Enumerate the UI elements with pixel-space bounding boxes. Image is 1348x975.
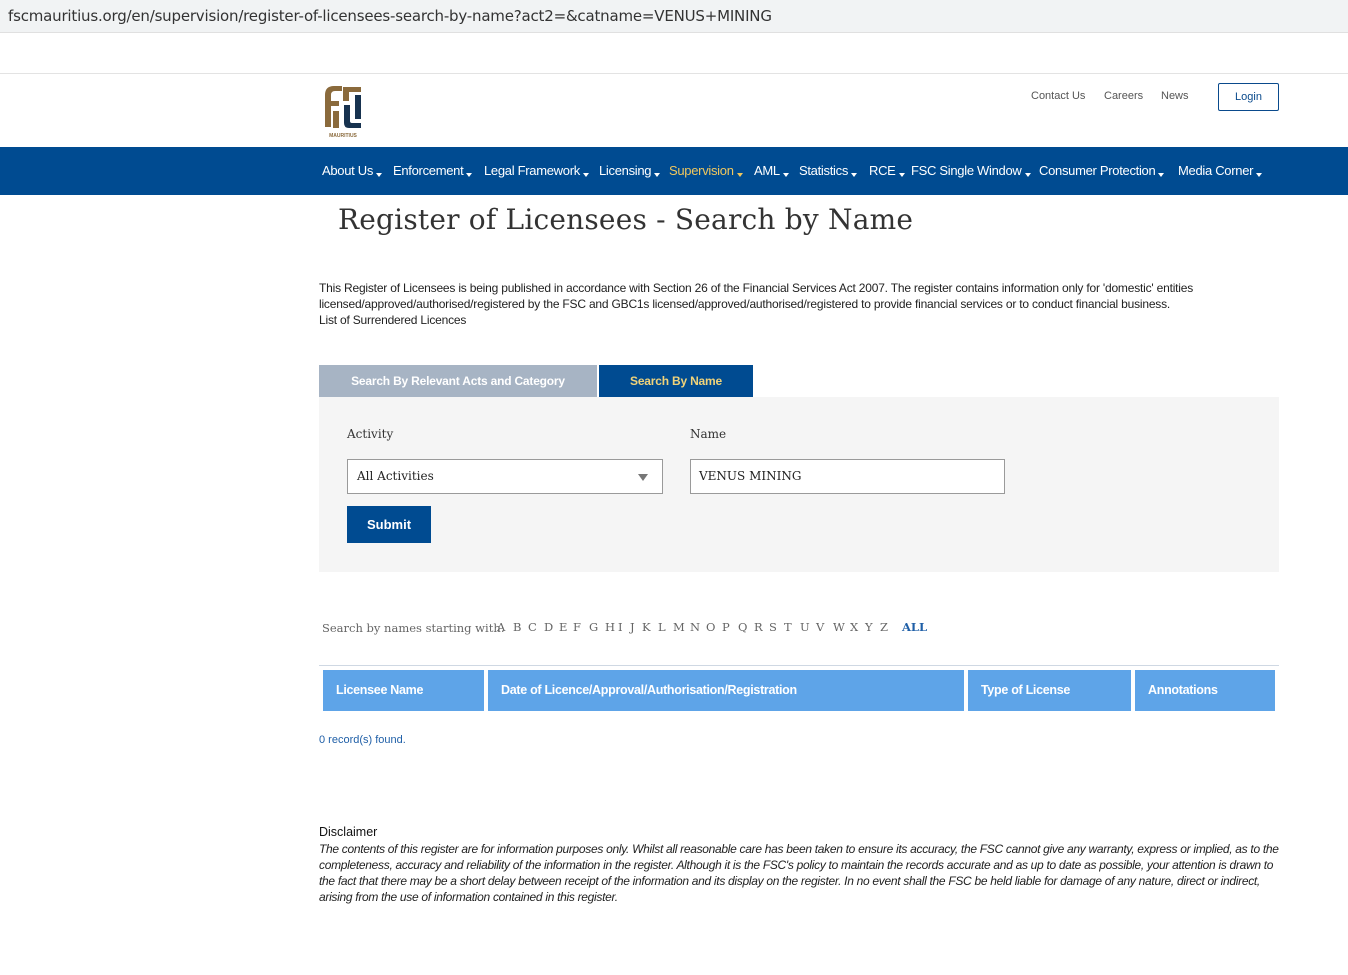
nav-licensing[interactable]: Licensing	[599, 163, 661, 178]
browser-address-bar[interactable]: fscmauritius.org/en/supervision/register…	[0, 0, 1348, 33]
nav-fsc-single-window[interactable]: FSC Single Window	[911, 163, 1031, 178]
alphabet-letter-b[interactable]: B	[513, 620, 528, 634]
nav-statistics[interactable]: Statistics	[799, 163, 858, 178]
chevron-down-icon	[1024, 173, 1031, 177]
column-header-annotations[interactable]: Annotations	[1135, 670, 1275, 711]
intro-paragraph: This Register of Licensees is being publ…	[319, 281, 1194, 311]
nav-label: Legal Framework	[484, 163, 580, 178]
alphabet-letter-e[interactable]: E	[559, 620, 573, 634]
chevron-down-icon	[1256, 173, 1263, 177]
activity-label: Activity	[347, 427, 394, 441]
column-header-date[interactable]: Date of Licence/Approval/Authorisation/R…	[488, 670, 964, 711]
nav-media-corner[interactable]: Media Corner	[1178, 163, 1263, 178]
name-input[interactable]: VENUS MINING	[690, 459, 1005, 494]
alphabet-letter-r[interactable]: R	[754, 620, 769, 634]
alphabet-letter-n[interactable]: N	[690, 620, 706, 634]
tab-search-by-acts[interactable]: Search By Relevant Acts and Category	[319, 365, 597, 397]
alphabet-letter-k[interactable]: K	[642, 620, 658, 634]
alphabet-letter-h[interactable]: H	[605, 620, 618, 634]
nav-label: Consumer Protection	[1039, 163, 1156, 178]
alphabet-letter-d[interactable]: D	[544, 620, 559, 634]
nav-enforcement[interactable]: Enforcement	[393, 163, 473, 178]
disclaimer-title: Disclaimer	[319, 825, 378, 839]
alphabet-letter-o[interactable]: O	[706, 620, 722, 634]
nav-rce[interactable]: RCE	[869, 163, 905, 178]
alphabet-all-link[interactable]: ALL	[902, 620, 927, 634]
alphabet-letter-y[interactable]: Y	[865, 620, 880, 634]
name-label: Name	[690, 427, 727, 441]
nav-consumer-protection[interactable]: Consumer Protection	[1039, 163, 1165, 178]
activity-selected-value: All Activities	[357, 469, 434, 483]
alphabet-letter-t[interactable]: T	[784, 620, 800, 634]
alphabet-letter-c[interactable]: C	[528, 620, 544, 634]
alphabet-letter-i[interactable]: I	[618, 620, 630, 634]
alphabet-letter-p[interactable]: P	[722, 620, 738, 634]
nav-legal-framework[interactable]: Legal Framework	[484, 163, 589, 178]
nav-label: Supervision	[669, 163, 734, 178]
fsc-logo[interactable]: MAURITIUS	[321, 83, 365, 139]
header-divider	[0, 73, 1348, 74]
main-navigation: About Us Enforcement Legal Framework Lic…	[0, 147, 1348, 195]
alphabet-letter-g[interactable]: G	[589, 620, 605, 634]
tab-search-by-name[interactable]: Search By Name	[599, 365, 753, 397]
alphabet-letter-a[interactable]: A	[497, 620, 513, 634]
chevron-down-icon	[466, 173, 473, 177]
nav-supervision[interactable]: Supervision	[669, 163, 743, 178]
column-header-type[interactable]: Type of License	[968, 670, 1131, 711]
chevron-down-icon	[654, 173, 661, 177]
chevron-down-icon	[782, 173, 789, 177]
login-button[interactable]: Login	[1218, 83, 1279, 111]
url-text[interactable]: fscmauritius.org/en/supervision/register…	[8, 7, 772, 25]
alphabet-letter-s[interactable]: S	[769, 620, 784, 634]
nav-label: Licensing	[599, 163, 652, 178]
submit-button[interactable]: Submit	[347, 506, 431, 543]
table-top-border	[319, 665, 1279, 666]
chevron-down-icon	[582, 173, 589, 177]
alphabet-letter-m[interactable]: M	[673, 620, 690, 634]
nav-label: About Us	[322, 163, 374, 178]
alphabet-letter-v[interactable]: V	[816, 620, 833, 634]
alphabet-letter-f[interactable]: F	[573, 620, 589, 634]
alphabet-letter-u[interactable]: U	[800, 620, 816, 634]
alphabet-label: Search by names starting with:	[322, 621, 505, 635]
nav-aml[interactable]: AML	[754, 163, 789, 178]
nav-label: Enforcement	[393, 163, 464, 178]
activity-select[interactable]: All Activities	[347, 459, 663, 494]
page-title: Register of Licensees - Search by Name	[338, 203, 914, 236]
nav-label: Statistics	[799, 163, 849, 178]
chevron-down-icon	[898, 173, 905, 177]
news-link[interactable]: News	[1161, 90, 1189, 102]
alphabet-letter-q[interactable]: Q	[738, 620, 754, 634]
nav-label: FSC Single Window	[911, 163, 1022, 178]
chevron-down-icon	[736, 173, 743, 177]
nav-label: AML	[754, 163, 780, 178]
nav-about-us[interactable]: About Us	[322, 163, 383, 178]
records-count: 0 record(s) found.	[319, 734, 406, 746]
careers-link[interactable]: Careers	[1104, 90, 1143, 102]
alphabet-letter-j[interactable]: J	[630, 620, 642, 634]
alphabet-letter-w[interactable]: W	[833, 620, 850, 634]
alphabet-letter-l[interactable]: L	[658, 620, 673, 634]
intro-text: This Register of Licensees is being publ…	[319, 280, 1279, 328]
chevron-down-icon	[851, 173, 858, 177]
column-header-licensee-name[interactable]: Licensee Name	[323, 670, 484, 711]
surrendered-licences-link[interactable]: List of Surrendered Licences	[319, 312, 1279, 328]
nav-label: RCE	[869, 163, 896, 178]
alphabet-letters: A B C D E F G H I J K L M N O P Q R S T U V W X Y Z ALL	[497, 620, 927, 634]
contact-us-link[interactable]: Contact Us	[1031, 90, 1085, 102]
chevron-down-icon	[1158, 173, 1165, 177]
disclaimer-text: The contents of this register are for in…	[319, 842, 1279, 904]
chevron-down-icon	[376, 173, 383, 177]
logo-caption: MAURITIUS	[329, 133, 357, 139]
nav-label: Media Corner	[1178, 163, 1254, 178]
dropdown-arrow-icon	[638, 474, 648, 481]
alphabet-letter-z[interactable]: Z	[880, 620, 892, 634]
alphabet-letter-x[interactable]: X	[850, 620, 865, 634]
